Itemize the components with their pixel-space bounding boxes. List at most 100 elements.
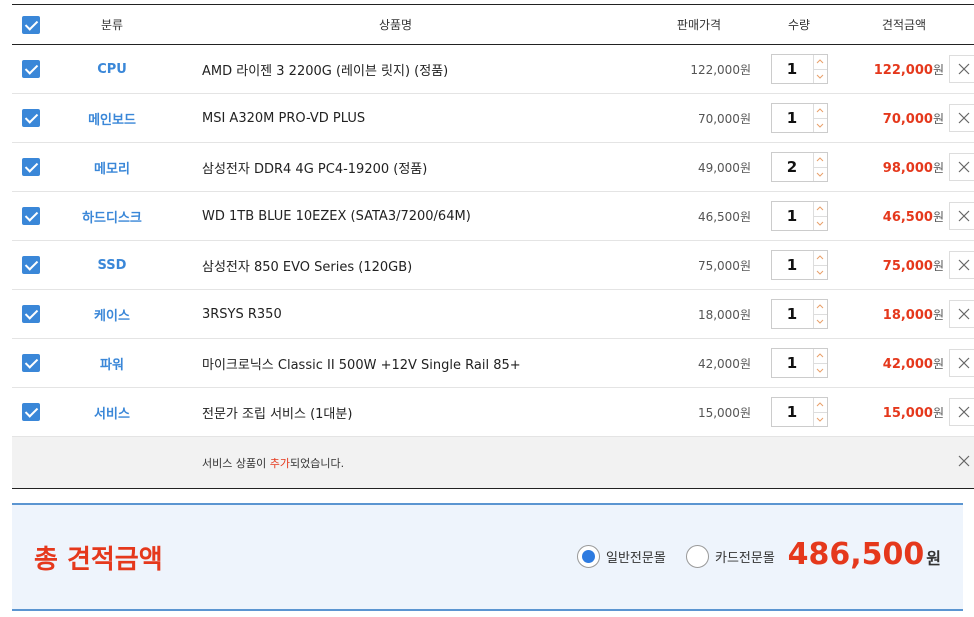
delete-row-button[interactable]: [949, 153, 974, 181]
total-amount-value: 486,500: [787, 537, 925, 572]
row-estimate-amount: 98,000: [882, 160, 933, 176]
header-qty: 수량: [787, 18, 811, 32]
qty-down-button[interactable]: [813, 411, 827, 427]
radio-card-mall[interactable]: 카드전문몰: [686, 545, 775, 568]
quantity-value[interactable]: 1: [772, 104, 813, 132]
chevron-down-icon: [816, 417, 824, 422]
row-total-currency: 원: [932, 62, 944, 77]
row-price-currency: 원: [739, 405, 751, 420]
qty-down-button[interactable]: [813, 68, 827, 84]
qty-up-button[interactable]: [814, 104, 827, 118]
qty-up-button[interactable]: [814, 251, 827, 265]
qty-up-button[interactable]: [814, 398, 827, 412]
row-category: SSD: [97, 257, 127, 273]
radio-selected-icon: [577, 545, 600, 568]
total-amount-currency: 원: [926, 549, 941, 568]
row-category: 메모리: [94, 161, 130, 177]
cart-table: 분류 상품명 판매가격 수량 견적금액 CPU AMD 라이젠 3 2200G (…: [12, 4, 974, 489]
quantity-value[interactable]: 1: [772, 55, 813, 83]
table-row: 서비스 전문가 조립 서비스 (1대분) 15,000원 1 15,000원: [12, 388, 974, 437]
qty-down-button[interactable]: [813, 215, 827, 231]
delete-row-button[interactable]: [949, 202, 974, 230]
chevron-down-icon: [816, 221, 824, 226]
row-checkbox[interactable]: [22, 158, 40, 176]
chevron-down-icon: [816, 368, 824, 373]
qty-down-button[interactable]: [813, 264, 827, 280]
quantity-stepper: 2: [770, 152, 828, 182]
row-price-currency: 원: [739, 62, 751, 77]
row-checkbox[interactable]: [22, 305, 40, 323]
select-all-cell: [12, 5, 52, 45]
qty-up-button[interactable]: [814, 349, 827, 363]
table-row: 케이스 3RSYS R350 18,000원 1 18,000원: [12, 290, 974, 339]
qty-down-button[interactable]: [813, 313, 827, 329]
quantity-value[interactable]: 1: [772, 202, 813, 230]
row-checkbox[interactable]: [22, 207, 40, 225]
header-product: 상품명: [378, 18, 413, 32]
select-all-checkbox[interactable]: [22, 15, 40, 34]
delete-row-button[interactable]: [949, 104, 974, 132]
delete-row-button[interactable]: [949, 349, 974, 377]
qty-down-button[interactable]: [813, 362, 827, 378]
row-unit-price: 18,000: [697, 307, 740, 322]
notice-text-before: 서비스 상품이: [202, 456, 270, 470]
quantity-stepper: 1: [770, 250, 828, 280]
chevron-down-icon: [816, 270, 824, 275]
qty-up-button[interactable]: [814, 55, 827, 69]
radio-card-label: 카드전문몰: [715, 551, 775, 566]
row-checkbox[interactable]: [22, 256, 40, 274]
row-price-currency: 원: [739, 307, 751, 322]
row-category: 파워: [100, 357, 124, 373]
row-category: 메인보드: [88, 112, 136, 128]
notice-close-button[interactable]: [949, 455, 974, 467]
qty-up-button[interactable]: [814, 300, 827, 314]
row-unit-price: 49,000: [697, 160, 740, 175]
row-price-currency: 원: [739, 160, 751, 175]
header-total: 견적금액: [881, 18, 927, 32]
quantity-value[interactable]: 1: [772, 349, 813, 377]
row-total-currency: 원: [932, 209, 944, 224]
table-row: 파워 마이크로닉스 Classic II 500W +12V Single Rai…: [12, 339, 974, 388]
radio-normal-label: 일반전문몰: [606, 551, 666, 566]
table-row: 메인보드 MSI A320M PRO-VD PLUS 70,000원 1 70,000원: [12, 94, 974, 143]
row-unit-price: 42,000: [697, 356, 740, 371]
delete-row-button[interactable]: [949, 251, 974, 279]
chevron-up-icon: [816, 353, 824, 358]
row-category: 케이스: [94, 308, 130, 324]
row-total-currency: 원: [932, 111, 944, 126]
quantity-stepper: 1: [770, 103, 828, 133]
header-category: 분류: [100, 18, 124, 32]
row-checkbox[interactable]: [22, 60, 40, 78]
delete-row-button[interactable]: [949, 398, 974, 426]
quantity-value[interactable]: 2: [772, 153, 813, 181]
row-estimate-amount: 46,500: [882, 209, 933, 225]
row-unit-price: 46,500: [697, 209, 740, 224]
quantity-stepper: 1: [770, 54, 828, 84]
estimate-cart: 분류 상품명 판매가격 수량 견적금액 CPU AMD 라이젠 3 2200G (…: [12, 4, 974, 489]
quantity-value[interactable]: 1: [772, 398, 813, 426]
total-label: 총 견적금액: [34, 545, 163, 575]
row-category: 서비스: [94, 406, 130, 422]
qty-down-button[interactable]: [813, 117, 827, 133]
row-checkbox[interactable]: [22, 354, 40, 372]
row-unit-price: 15,000: [697, 405, 740, 420]
notice-text-after: 되었습니다.: [289, 456, 345, 470]
row-price-currency: 원: [739, 111, 751, 126]
qty-up-button[interactable]: [814, 202, 827, 216]
row-product-name: 마이크로닉스 Classic II 500W +12V Single Rail …: [202, 357, 521, 373]
radio-normal-mall[interactable]: 일반전문몰: [577, 545, 666, 568]
notice-row: 서비스 상품이 추가되었습니다.: [12, 436, 974, 489]
delete-row-button[interactable]: [949, 300, 974, 328]
row-checkbox[interactable]: [22, 403, 40, 421]
quantity-stepper: 1: [770, 201, 828, 231]
row-checkbox[interactable]: [22, 109, 40, 127]
delete-row-button[interactable]: [949, 55, 974, 83]
close-icon: [958, 357, 970, 369]
quantity-value[interactable]: 1: [772, 251, 813, 279]
row-estimate-amount: 42,000: [882, 356, 933, 372]
row-product-name: WD 1TB BLUE 10EZEX (SATA3/7200/64M): [202, 208, 471, 224]
qty-up-button[interactable]: [814, 153, 827, 167]
chevron-up-icon: [816, 206, 824, 211]
quantity-value[interactable]: 1: [772, 300, 813, 328]
qty-down-button[interactable]: [813, 166, 827, 182]
